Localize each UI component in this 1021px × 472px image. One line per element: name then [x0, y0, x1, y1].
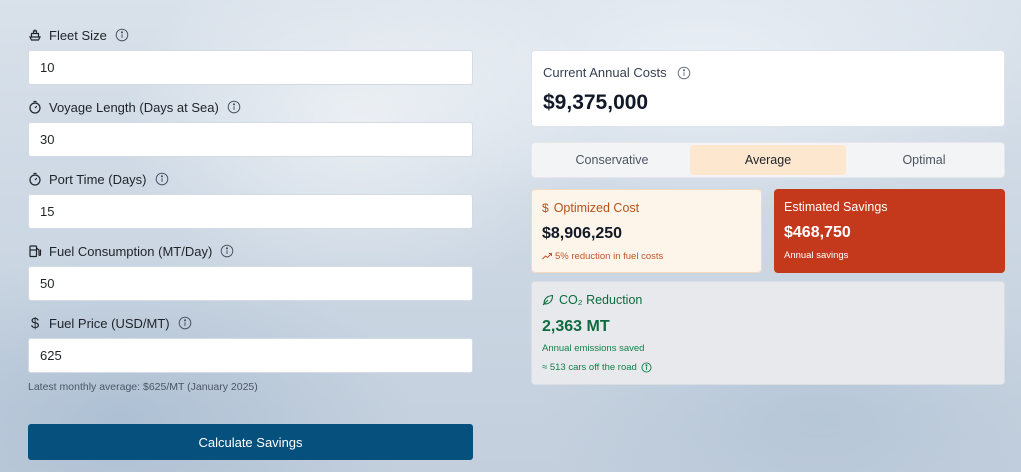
- tab-conservative[interactable]: Conservative: [534, 145, 690, 175]
- trending-up-icon: [542, 252, 552, 262]
- fuel-price-hint: Latest monthly average: $625/MT (January…: [28, 381, 258, 393]
- dollar-icon: $: [542, 201, 549, 215]
- fuel-price-label: $ Fuel Price (USD/MT): [28, 312, 192, 334]
- info-icon[interactable]: [677, 66, 691, 80]
- calculate-savings-button[interactable]: Calculate Savings: [28, 424, 473, 460]
- current-costs-value: $9,375,000: [543, 91, 649, 114]
- estimated-savings-note: Annual savings: [784, 250, 849, 261]
- info-icon[interactable]: [155, 172, 169, 186]
- fuel-price-label-text: Fuel Price (USD/MT): [49, 315, 170, 331]
- estimated-savings-title: Estimated Savings: [784, 200, 888, 214]
- info-icon[interactable]: [178, 316, 192, 330]
- co2-cars-note-text: ≈ 513 cars off the road: [542, 362, 637, 373]
- current-costs-title: Current Annual Costs: [543, 65, 691, 80]
- port-time-label-text: Port Time (Days): [49, 171, 147, 187]
- estimated-savings-value: $468,750: [784, 224, 851, 241]
- co2-reduction-value: 2,363 MT: [542, 318, 610, 335]
- current-costs-card: Current Annual Costs $9,375,000: [531, 50, 1005, 127]
- info-icon[interactable]: [115, 28, 129, 42]
- port-time-input[interactable]: [28, 194, 473, 229]
- current-costs-title-text: Current Annual Costs: [543, 65, 667, 80]
- leaf-icon: [542, 294, 554, 306]
- fuel-pump-icon: [28, 244, 42, 258]
- optimized-cost-note-text: 5% reduction in fuel costs: [555, 251, 664, 262]
- tab-optimal[interactable]: Optimal: [846, 145, 1002, 175]
- fuel-price-input[interactable]: [28, 338, 473, 373]
- optimized-cost-note: 5% reduction in fuel costs: [542, 251, 663, 262]
- voyage-length-label: Voyage Length (Days at Sea): [28, 96, 241, 118]
- dollar-icon: $: [30, 314, 40, 332]
- fuel-consumption-label-text: Fuel Consumption (MT/Day): [49, 243, 213, 259]
- optimized-cost-title: $ Optimized Cost: [542, 201, 639, 215]
- optimized-cost-card: $ Optimized Cost $8,906,250 5% reduction…: [531, 189, 762, 273]
- estimated-savings-card: Estimated Savings $468,750 Annual saving…: [774, 189, 1005, 273]
- stopwatch-icon: [28, 100, 42, 114]
- stopwatch-icon: [28, 172, 42, 186]
- info-icon[interactable]: [227, 100, 241, 114]
- co2-reduction-card: CO₂ Reduction 2,363 MT Annual emissions …: [531, 281, 1005, 385]
- co2-reduction-title-text: CO₂ Reduction: [559, 293, 643, 307]
- port-time-label: Port Time (Days): [28, 168, 169, 190]
- tab-average[interactable]: Average: [690, 145, 846, 175]
- co2-annual-note: Annual emissions saved: [542, 343, 645, 354]
- optimized-cost-title-text: Optimized Cost: [553, 201, 640, 215]
- co2-reduction-title: CO₂ Reduction: [542, 293, 642, 307]
- optimized-cost-value: $8,906,250: [542, 225, 623, 242]
- info-icon[interactable]: [641, 362, 652, 373]
- scenario-tabs: Conservative Average Optimal: [531, 142, 1005, 178]
- voyage-length-input[interactable]: [28, 122, 473, 157]
- ship-icon: [28, 28, 42, 42]
- fuel-consumption-label: Fuel Consumption (MT/Day): [28, 240, 234, 262]
- fleet-size-label-text: Fleet Size: [49, 27, 107, 43]
- voyage-length-label-text: Voyage Length (Days at Sea): [49, 99, 219, 115]
- co2-cars-note: ≈ 513 cars off the road: [542, 362, 652, 373]
- fleet-size-label: Fleet Size: [28, 24, 129, 46]
- fuel-consumption-input[interactable]: [28, 266, 473, 301]
- fleet-size-input[interactable]: [28, 50, 473, 85]
- info-icon[interactable]: [220, 244, 234, 258]
